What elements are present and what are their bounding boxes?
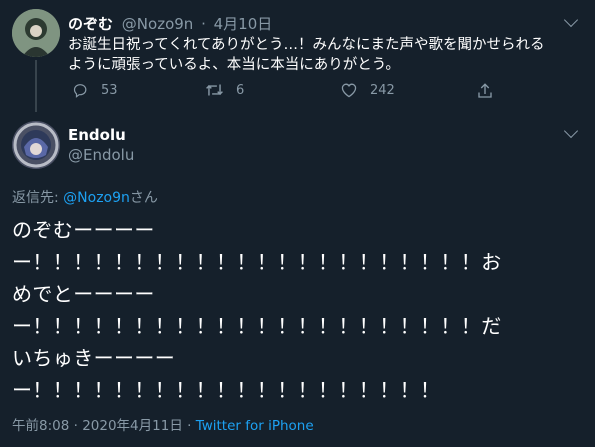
retweet-icon xyxy=(206,84,223,96)
like-count: 242 xyxy=(370,82,395,98)
tweet-text: のぞむーーーー ー！！！！！！！！！！！！！！！！！！！！！！お めでとーーーー… xyxy=(12,214,502,406)
user-handle[interactable]: @Endolu xyxy=(68,146,134,164)
tweet-text-line: ー！！！！！！！！！！！！！！！！！！！！！！だ xyxy=(12,314,502,338)
tweet-text: お誕生日祝ってくれてありがとう…！みんなにまた声や歌を聞かせられる ように頑張っ… xyxy=(68,35,544,75)
reply-suffix: さん xyxy=(129,190,158,206)
share-icon xyxy=(478,83,492,98)
reply-count: 53 xyxy=(101,82,118,98)
reply-icon xyxy=(73,84,87,98)
tweet-1: のぞむ @Nozo9n · 4月10日 お誕生日祝ってくれてありがとう…！みんな… xyxy=(0,0,595,112)
tweet-meta: 午前8:08 · 2020年4月11日 · Twitter for iPhone xyxy=(12,414,314,434)
reply-button[interactable]: 53 xyxy=(72,82,118,98)
share-button[interactable] xyxy=(476,82,494,104)
display-name[interactable]: のぞむ xyxy=(68,15,113,33)
tweet-timestamp[interactable]: 午前8:08 · 2020年4月11日 · xyxy=(12,418,196,434)
avatar[interactable] xyxy=(12,9,60,57)
retweet-button[interactable]: 6 xyxy=(205,82,244,98)
tweet-date[interactable]: 4月10日 xyxy=(214,15,273,33)
like-button[interactable]: 242 xyxy=(340,82,395,98)
tweet-text-line: のぞむーーーー xyxy=(12,218,155,242)
tweet-text-line: いちゅきーーーー xyxy=(12,346,176,370)
tweet-header: のぞむ @Nozo9n · 4月10日 xyxy=(68,13,272,34)
display-name[interactable]: Endolu xyxy=(68,126,126,144)
reply-to-handle[interactable]: @Nozo9n xyxy=(63,190,130,206)
reply-context: 返信先: @Nozo9nさん xyxy=(12,187,158,207)
tweet-text-line: ー！！！！！！！！！！！！！！！！！！！！！！お xyxy=(12,250,502,274)
avatar[interactable] xyxy=(12,121,60,169)
tweet-text-line: ー！！！！！！！！！！！！！！！！！！！！ xyxy=(12,378,441,402)
heart-icon xyxy=(341,83,357,98)
retweet-count: 6 xyxy=(236,82,245,98)
tweet-text-line: ように頑張っているよ、本当に本当にありがとう。 xyxy=(68,57,400,73)
reply-prefix: 返信先: xyxy=(12,190,64,206)
tweet-text-line: お誕生日祝ってくれてありがとう…！みんなにまた声や歌を聞かせられる xyxy=(68,37,545,53)
tweet-text-line: めでとーーーー xyxy=(12,282,155,306)
chevron-down-icon[interactable] xyxy=(563,12,579,28)
separator: · xyxy=(201,15,206,33)
chevron-down-icon[interactable] xyxy=(563,123,579,139)
client-link[interactable]: Twitter for iPhone xyxy=(196,418,314,434)
thread-line xyxy=(35,60,37,112)
user-handle[interactable]: @Nozo9n xyxy=(122,15,194,33)
